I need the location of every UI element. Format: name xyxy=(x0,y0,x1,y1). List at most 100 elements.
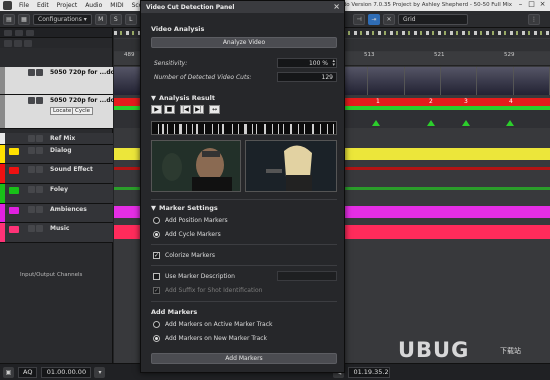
colorize-markers-option[interactable]: ✓ Colorize Markers xyxy=(153,252,215,259)
visibility-icon[interactable] xyxy=(4,39,12,47)
marker-settings-toggle[interactable]: ▼ Marker Settings xyxy=(151,204,218,212)
range-icon[interactable]: ↔ xyxy=(209,105,220,114)
mute-button[interactable] xyxy=(28,186,35,193)
marker-icon[interactable] xyxy=(427,120,435,126)
watermark-sub: 下载站 xyxy=(500,347,521,355)
ruler-tick: 513 xyxy=(364,52,375,58)
close-window-button[interactable]: × xyxy=(537,0,548,8)
radio-button-selected[interactable] xyxy=(153,335,160,342)
sort-icon[interactable] xyxy=(24,39,32,47)
grid-dropdown[interactable]: Grid xyxy=(398,14,468,25)
track-ref-mix[interactable]: Ref Mix xyxy=(0,133,113,145)
stepper-icon[interactable]: ▴ ▾ xyxy=(332,59,335,68)
collapse-triangle-icon: ▼ xyxy=(151,94,156,102)
checkbox[interactable] xyxy=(153,273,160,280)
markers-new-track-option[interactable]: Add Markers on New Marker Track xyxy=(153,335,267,342)
track-music[interactable]: Music xyxy=(0,223,113,243)
radio-button[interactable] xyxy=(153,321,160,328)
aq-button[interactable]: AQ xyxy=(18,366,38,378)
solo-button[interactable] xyxy=(36,69,43,76)
stop-icon[interactable]: ■ xyxy=(164,105,175,114)
mute-button[interactable] xyxy=(28,166,35,173)
frame-left-image xyxy=(152,141,240,191)
track-filter-icon[interactable] xyxy=(26,29,34,36)
menu-edit[interactable]: Edit xyxy=(33,2,53,9)
solo-button[interactable] xyxy=(36,225,43,232)
folder-icon xyxy=(9,207,19,214)
solo-icon[interactable]: S xyxy=(109,13,122,25)
add-markers-button[interactable]: Add Markers xyxy=(151,353,337,364)
transport-menu-icon[interactable]: ▣ xyxy=(3,366,14,378)
use-marker-description-option[interactable]: Use Marker Description xyxy=(153,273,235,280)
marker-icon[interactable] xyxy=(506,120,514,126)
checkbox-checked[interactable]: ✓ xyxy=(153,252,160,259)
track-foley[interactable]: Foley xyxy=(0,184,113,204)
solo-button[interactable] xyxy=(36,147,43,154)
transport-settings-icon[interactable]: ▾ xyxy=(94,366,106,378)
cross-icon[interactable]: ✕ xyxy=(383,14,395,25)
snap-mode-icon[interactable]: ⇥ xyxy=(368,14,380,25)
next-cut-icon[interactable]: ▶| xyxy=(193,105,204,114)
close-icon[interactable]: × xyxy=(333,2,340,11)
track-video[interactable]: 5050 720p for ...do xyxy=(0,67,115,95)
marker-description-input[interactable] xyxy=(277,271,337,281)
cycle-button[interactable]: Cycle xyxy=(72,107,94,115)
solo-button[interactable] xyxy=(36,97,43,104)
minimize-button[interactable]: – xyxy=(515,0,526,8)
add-track-icon[interactable] xyxy=(4,29,12,36)
mute-icon[interactable]: M xyxy=(94,13,107,25)
play-icon[interactable]: ▶ xyxy=(151,105,162,114)
sensitivity-field[interactable]: 100 % ▴ ▾ xyxy=(277,58,337,68)
sensitivity-label: Sensitivity: xyxy=(154,60,188,67)
track-color xyxy=(0,164,5,183)
mute-button[interactable] xyxy=(28,97,35,104)
radio-button-selected[interactable] xyxy=(153,231,160,238)
watermark-logo: UBUG xyxy=(398,338,470,362)
window-layout-icon[interactable]: ▦ xyxy=(18,13,30,25)
mute-button[interactable] xyxy=(28,206,35,213)
analysis-result-toggle[interactable]: ▼ Analysis Result xyxy=(151,94,215,102)
cut-detection-strip[interactable] xyxy=(151,121,337,135)
marker-label: 4 xyxy=(509,98,513,105)
configurations-dropdown[interactable]: Configurations ▾ xyxy=(33,13,92,25)
track-dialog[interactable]: Dialog xyxy=(0,145,113,164)
transport-right-time[interactable]: 01.19.35.2 xyxy=(348,366,391,378)
track-list-settings-icon[interactable] xyxy=(15,29,23,36)
solo-button[interactable] xyxy=(36,206,43,213)
marker-icon[interactable] xyxy=(372,120,380,126)
maximize-button[interactable]: □ xyxy=(526,0,537,8)
previous-cut-icon[interactable]: |◀ xyxy=(180,105,191,114)
mute-button[interactable] xyxy=(28,135,35,142)
solo-button[interactable] xyxy=(36,186,43,193)
inspector-toggle-icon[interactable]: ▤ xyxy=(3,13,15,25)
snap-icon[interactable]: ⊣ xyxy=(353,14,365,25)
solo-button[interactable] xyxy=(36,135,43,142)
listen-icon[interactable]: L xyxy=(124,13,137,25)
menu-midi[interactable]: MIDI xyxy=(106,2,127,9)
analyze-video-button[interactable]: Analyze Video xyxy=(151,37,337,48)
track-video-sub[interactable]: 5050 720p for ...do Locate Cycle xyxy=(0,95,115,129)
menu-file[interactable]: File xyxy=(15,2,33,9)
add-markers-heading: Add Markers xyxy=(151,308,198,316)
track-sound-effect[interactable]: Sound Effect xyxy=(0,164,113,184)
search-track-icon[interactable] xyxy=(14,39,22,47)
mute-button[interactable] xyxy=(28,225,35,232)
marker-settings-heading: Marker Settings xyxy=(159,204,218,212)
transport-position[interactable]: 01.00.00.00 xyxy=(41,366,92,378)
menu-audio[interactable]: Audio xyxy=(81,2,106,9)
locate-button[interactable]: Locate xyxy=(50,107,75,115)
track-ambiences[interactable]: Ambiences xyxy=(0,204,113,223)
markers-active-track-option[interactable]: Add Markers on Active Marker Track xyxy=(153,321,273,328)
add-position-markers-option[interactable]: Add Position Markers xyxy=(153,217,228,224)
panel-title-bar[interactable]: Video Cut Detection Panel × xyxy=(141,1,344,13)
toolbar-settings-icon[interactable]: ⋮ xyxy=(528,14,540,25)
menu-project[interactable]: Project xyxy=(53,2,82,9)
mute-button[interactable] xyxy=(28,147,35,154)
ruler-tick: 489 xyxy=(124,52,135,58)
radio-button[interactable] xyxy=(153,217,160,224)
add-cycle-markers-option[interactable]: Add Cycle Markers xyxy=(153,231,221,238)
solo-button[interactable] xyxy=(36,166,43,173)
analysis-transport: ▶ ■ |◀ ▶| ↔ xyxy=(151,105,220,114)
mute-button[interactable] xyxy=(28,69,35,76)
marker-icon[interactable] xyxy=(462,120,470,126)
